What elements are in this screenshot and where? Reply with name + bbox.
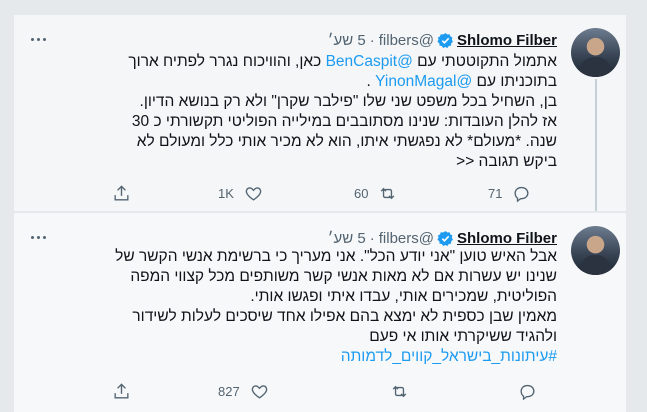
header-separator: ·: [369, 229, 375, 247]
like-button[interactable]: 827: [218, 379, 269, 403]
verified-badge-icon: [437, 32, 453, 48]
like-count: 1K: [218, 185, 234, 201]
share-count: 71: [488, 185, 503, 201]
reply-icon: [514, 186, 529, 202]
retweet-icon: [381, 187, 395, 199]
tweet-text-line: שנה. *מעולם* לא נפגשתי איתו, הוא לא מכיר…: [136, 133, 557, 150]
reply-icon: [520, 384, 535, 400]
hashtag-link[interactable]: #עיתונות_בישראל_קווים_לדמותה: [341, 348, 557, 365]
avatar[interactable]: [571, 28, 620, 77]
more-horizontal-icon[interactable]: [28, 31, 48, 47]
tweet-text: אתמול התקוטטתי עם @BenCaspit כאן, והוויכ…: [27, 52, 557, 172]
header-separator: ·: [369, 31, 375, 49]
tweet-timestamp[interactable]: 5 שע׳: [328, 32, 366, 49]
tweet-text-line: ולהגיד ששיקרתי אותו אי פעם: [369, 328, 557, 345]
tweet-timestamp[interactable]: 5 שע׳: [328, 230, 366, 247]
tweet-text-line: מאמין שבן כספית לא ימצא בהם אפילו אחד שי…: [132, 308, 557, 325]
tweet-header: Shlomo Filber @filbers · 5 שע׳: [328, 30, 557, 50]
like-button[interactable]: 1K: [218, 181, 263, 205]
timeline: Shlomo Filber @filbers · 5 שע׳ אתמול התק…: [14, 0, 626, 412]
tweet-text-line: ביקש תגובה <<: [456, 153, 557, 170]
retweet-button[interactable]: [390, 379, 409, 403]
author-handle[interactable]: @filbers: [379, 230, 434, 247]
share-button[interactable]: [112, 181, 131, 205]
author-name[interactable]: Shlomo Filber: [457, 230, 557, 247]
like-count: 827: [218, 383, 240, 399]
tweet-actions: 827: [14, 379, 626, 403]
heart-icon: [251, 384, 267, 399]
tweet-text-line: אתמול התקוטטתי עם @BenCaspit כאן, והוויכ…: [128, 53, 557, 70]
share-icon: [114, 382, 129, 399]
tweet-text-line: אבל האיש טוען "אני יודע הכל". אני מעריך …: [115, 248, 557, 265]
author-name[interactable]: Shlomo Filber: [457, 32, 557, 49]
reply-button[interactable]: [518, 379, 537, 403]
tweet-2[interactable]: Shlomo Filber @filbers · 5 שע׳ אבל האיש …: [14, 213, 626, 412]
share-icon: [114, 184, 129, 201]
tweet-1[interactable]: Shlomo Filber @filbers · 5 שע׳ אתמול התק…: [14, 15, 626, 227]
retweet-icon: [392, 385, 407, 397]
mention-link[interactable]: @YinonMagal: [375, 73, 472, 90]
tweet-text-line: בתוכניתו עם @YinonMagal .: [366, 73, 557, 90]
tweet-text-line: שנינו יש עשרות אם לא מאות אנשי קשר משותפ…: [130, 268, 557, 285]
mention-link[interactable]: @BenCaspit: [326, 53, 413, 70]
tweet-text: אבל האיש טוען "אני יודע הכל". אני מעריך …: [27, 247, 557, 367]
reply-button[interactable]: 71: [488, 181, 531, 205]
share-button[interactable]: [112, 379, 131, 403]
tweet-text-line: בן, השחיל בכל משפט שני שלו "פילבר שקרן" …: [139, 93, 557, 110]
author-handle[interactable]: @filbers: [379, 32, 434, 49]
verified-badge-icon: [437, 230, 453, 246]
retweet-count: 60: [354, 185, 369, 201]
tweet-text-line: #עיתונות_בישראל_קווים_לדמותה: [27, 347, 557, 367]
tweet-actions: 1K 60 71: [14, 181, 626, 205]
tweet-text-line: הפוליטית, שמכירים אותי, עבדו איתי ופגשו …: [250, 288, 557, 305]
heart-icon: [245, 186, 262, 201]
retweet-button[interactable]: 60: [354, 181, 397, 205]
tweet-text-line: אז להלן העובדות: שנינו מסתובבים במילייה …: [131, 113, 557, 130]
tweet-header: Shlomo Filber @filbers · 5 שע׳: [328, 228, 557, 248]
avatar[interactable]: [571, 226, 620, 275]
more-horizontal-icon[interactable]: [28, 229, 48, 245]
